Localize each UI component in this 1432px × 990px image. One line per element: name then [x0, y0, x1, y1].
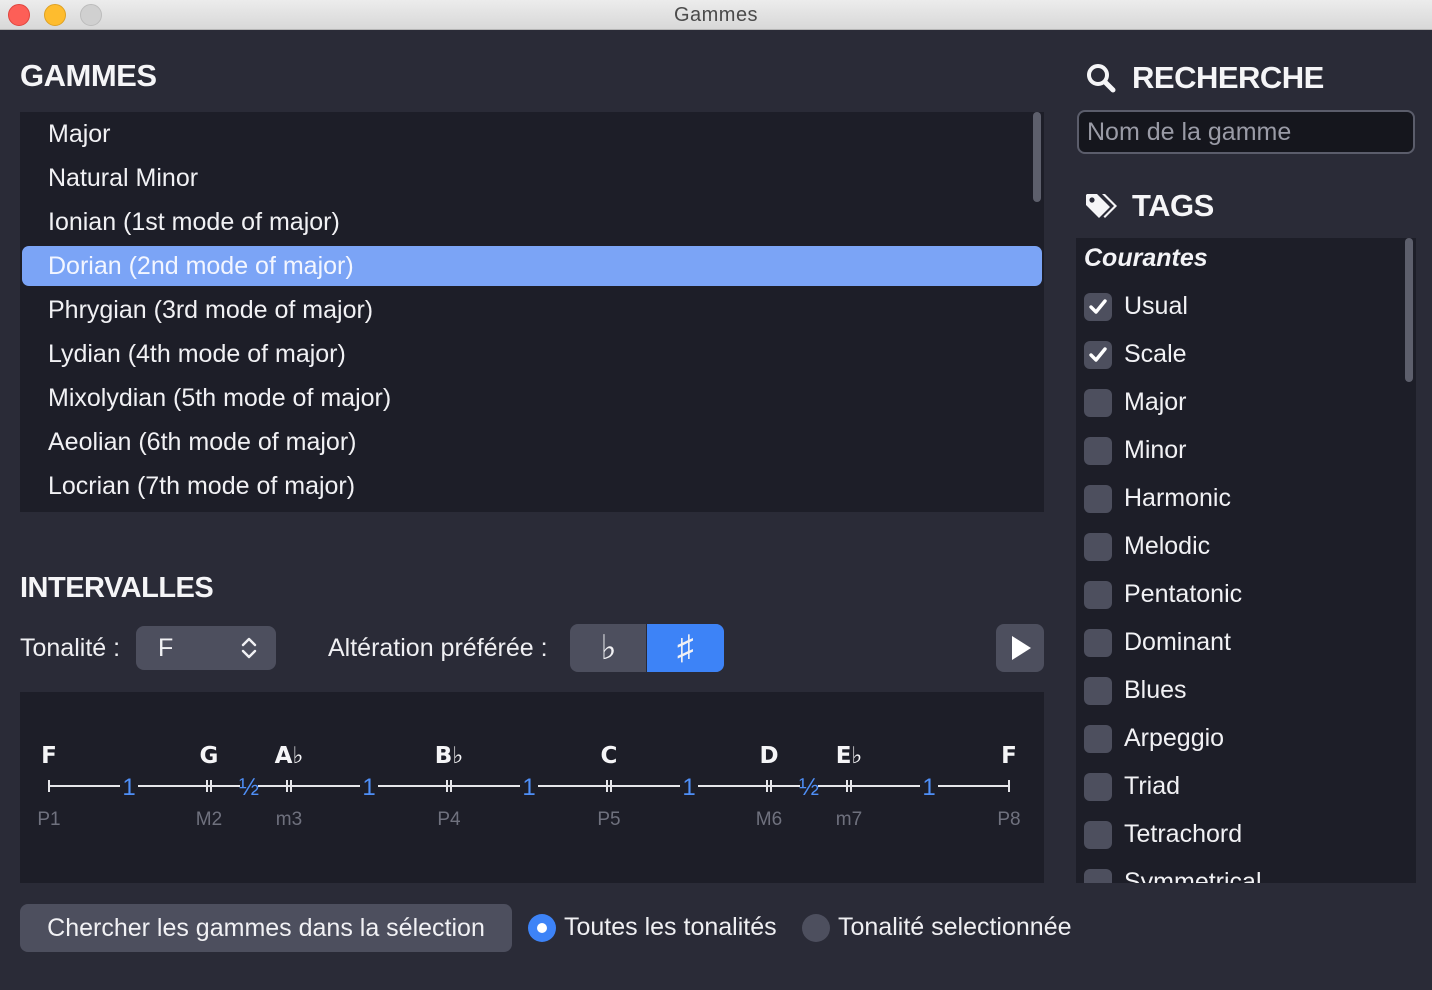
key-select[interactable]: F [136, 626, 276, 670]
scale-item[interactable]: Locrian (7th mode of major) [22, 466, 1042, 506]
interval-degree-label: M6 [756, 809, 782, 830]
sharp-button[interactable]: ♯ [647, 624, 724, 672]
key-value: F [158, 634, 174, 662]
tag-label: Melodic [1124, 532, 1211, 560]
window-title: Gammes [673, 4, 759, 26]
selected-key-label[interactable]: Tonalité selectionnée [838, 913, 1072, 942]
accidental-label: Altération préférée : [328, 634, 548, 662]
interval-step-label: 1 [682, 774, 695, 801]
tag-label: Symmetrical [1124, 868, 1262, 883]
interval-degree-label: m3 [276, 809, 302, 830]
scale-item[interactable]: Phrygian (3rd mode of major) [22, 290, 1042, 330]
tag-checkbox[interactable] [1084, 773, 1112, 801]
tag-label: Major [1124, 388, 1187, 416]
interval-step-label: ½ [799, 774, 819, 801]
play-icon [1012, 636, 1031, 660]
search-in-selection-button[interactable]: Chercher les gammes dans la sélection [20, 904, 512, 952]
all-keys-label[interactable]: Toutes les tonalités [564, 913, 777, 942]
interval-degree-label: P5 [597, 809, 620, 830]
scale-item[interactable]: Ionian (1st mode of major) [22, 202, 1042, 242]
tag-label: Harmonic [1124, 484, 1231, 512]
flat-button[interactable]: ♭ [570, 624, 647, 672]
tag-checkbox[interactable] [1084, 293, 1112, 321]
tag-checkbox[interactable] [1084, 389, 1112, 417]
tag-label: Scale [1124, 340, 1187, 368]
tag-label: Tetrachord [1124, 820, 1243, 848]
note-name: G [200, 743, 219, 769]
intervals-heading: INTERVALLES [20, 572, 214, 604]
tag-label: Dominant [1124, 628, 1231, 656]
tag-checkbox[interactable] [1084, 725, 1112, 753]
tag-list-scrollbar[interactable] [1405, 238, 1413, 382]
note-name: F [41, 743, 57, 769]
tag-checkbox[interactable] [1084, 485, 1112, 513]
interval-degree-label: M2 [196, 809, 222, 830]
scale-item[interactable]: Natural Minor [22, 158, 1042, 198]
checkmark-icon [1089, 347, 1107, 362]
tags-heading: TAGS [1132, 188, 1214, 223]
tag-label: Arpeggio [1124, 724, 1225, 752]
tag-checkbox[interactable] [1084, 821, 1112, 849]
tag-list[interactable]: Courantes Usual Scale Major Minor Harmonic Me… [1076, 238, 1416, 883]
interval-degree-label: m7 [836, 809, 862, 830]
interval-step-label: 1 [362, 774, 375, 801]
tag-label: Minor [1124, 436, 1187, 464]
interval-step-label: ½ [239, 774, 259, 801]
scale-item[interactable]: Mixolydian (5th mode of major) [22, 378, 1042, 418]
interval-diagram-svg: 1 ½ 1 1 1 ½ 1 F P1 G M2 A♭ m3 B♭ P4 C P5 D M6 E♭ m7 F P8 [37, 743, 1020, 830]
scale-item[interactable]: Major [22, 114, 1042, 154]
all-keys-radio[interactable] [528, 914, 556, 942]
checkmark-icon [1089, 299, 1107, 314]
interval-degree-label: P4 [437, 809, 461, 830]
interval-step-label: 1 [522, 774, 535, 801]
tag-checkbox[interactable] [1084, 581, 1112, 609]
play-button[interactable] [996, 624, 1044, 672]
note-name: B♭ [435, 743, 463, 769]
tag-checkbox[interactable] [1084, 677, 1112, 705]
scale-name-search-input[interactable] [1077, 110, 1415, 154]
tag-checkbox[interactable] [1084, 629, 1112, 657]
note-name: F [1001, 743, 1017, 769]
title-bar: Gammes [0, 0, 1432, 30]
search-heading: RECHERCHE [1132, 60, 1324, 95]
interval-diagram: 1 ½ 1 1 1 ½ 1 F P1 G M2 A♭ m3 B♭ P4 C P5 D M6 E♭ m7 F P8 [20, 692, 1044, 883]
tag-checkbox[interactable] [1084, 869, 1112, 883]
tags-icon [1086, 194, 1117, 218]
selected-key-radio[interactable] [802, 914, 830, 942]
tag-checkbox[interactable] [1084, 437, 1112, 465]
tag-label: Blues [1124, 676, 1187, 704]
tag-checkbox[interactable] [1084, 533, 1112, 561]
scale-list-scrollbar[interactable] [1033, 112, 1041, 202]
note-name: D [759, 743, 778, 769]
search-icon [1087, 64, 1116, 93]
chevron-up-down-icon [241, 637, 257, 659]
interval-step-label: 1 [922, 774, 935, 801]
scale-item[interactable]: Aeolian (6th mode of major) [22, 422, 1042, 462]
scale-item[interactable]: Lydian (4th mode of major) [22, 334, 1042, 374]
interval-degree-label: P8 [997, 809, 1020, 830]
note-name: A♭ [275, 743, 304, 769]
interval-degree-label: P1 [37, 809, 60, 830]
scales-heading: GAMMES [20, 58, 157, 93]
note-name: C [601, 743, 618, 769]
note-name: E♭ [836, 743, 863, 769]
scale-item[interactable]: Dorian (2nd mode of major) [22, 246, 1042, 286]
tag-checkbox[interactable] [1084, 341, 1112, 369]
tag-label: Triad [1124, 772, 1181, 800]
interval-step-label: 1 [122, 774, 135, 801]
accidental-segmented-control: ♭ ♯ [570, 624, 724, 672]
tag-group-label: Courantes [1084, 244, 1208, 272]
tag-label: Usual [1124, 292, 1188, 320]
key-label: Tonalité : [20, 634, 121, 662]
tag-label: Pentatonic [1124, 580, 1243, 608]
scale-list[interactable]: Major Natural Minor Ionian (1st mode of ma… [20, 112, 1044, 512]
